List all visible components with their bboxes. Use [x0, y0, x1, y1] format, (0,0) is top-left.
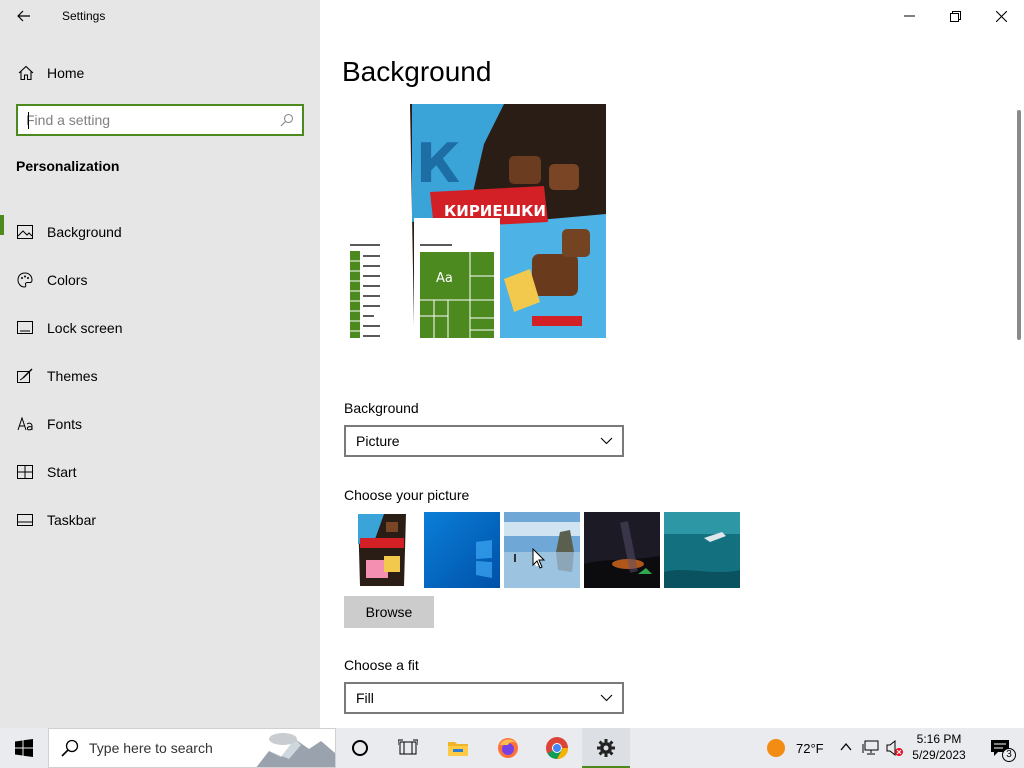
- themes-icon: [16, 367, 34, 385]
- fit-dropdown[interactable]: Fill: [344, 682, 624, 714]
- section-title: Personalization: [16, 158, 120, 174]
- sidebar-item-lock-screen[interactable]: Lock screen: [0, 304, 320, 352]
- text-caret: [28, 112, 29, 129]
- sidebar-item-taskbar[interactable]: Taskbar: [0, 496, 320, 544]
- desktop-preview: КИРИЕШКИ К Aa: [344, 104, 606, 338]
- scrollbar-thumb[interactable]: [1017, 110, 1021, 340]
- sidebar-item-label: Fonts: [47, 416, 83, 432]
- chevron-up-icon[interactable]: [840, 742, 852, 752]
- taskbar: Type here to search 72°F 5:16 PM 5/29/20…: [0, 728, 1024, 768]
- minimize-button[interactable]: [886, 0, 932, 32]
- sidebar-item-label: Taskbar: [47, 512, 97, 528]
- sidebar-item-label: Colors: [47, 272, 88, 288]
- chrome-button[interactable]: [533, 728, 581, 768]
- sidebar-item-themes[interactable]: Themes: [0, 352, 320, 400]
- action-center-button[interactable]: 3: [976, 728, 1024, 768]
- app-title: Settings: [62, 9, 106, 23]
- clock-date: 5/29/2023: [912, 748, 966, 762]
- cortana-icon: [352, 740, 368, 756]
- clock-time: 5:16 PM: [916, 732, 962, 746]
- task-view-button[interactable]: [384, 728, 432, 768]
- thumbnail-underwater-swimmer[interactable]: [664, 512, 740, 588]
- taskbar-icon: [16, 511, 34, 529]
- sidebar-item-label: Start: [47, 464, 77, 480]
- home-label: Home: [47, 65, 85, 81]
- browse-button[interactable]: Browse: [344, 596, 434, 628]
- search-highlight-image: [255, 729, 335, 767]
- firefox-button[interactable]: [484, 728, 532, 768]
- thumbnail-night-sky[interactable]: [584, 512, 660, 588]
- sidebar-item-label: Lock screen: [47, 320, 123, 336]
- chevron-down-icon: [600, 437, 613, 445]
- chevron-down-icon: [600, 694, 613, 702]
- find-setting-input[interactable]: [26, 112, 276, 128]
- find-setting-search[interactable]: [16, 104, 304, 136]
- sidebar-item-colors[interactable]: Colors: [0, 256, 320, 304]
- chrome-icon: [546, 737, 568, 759]
- task-view-icon: [398, 739, 418, 755]
- weather-temperature[interactable]: 72°F: [796, 741, 824, 756]
- sidebar-item-fonts[interactable]: Fonts: [0, 400, 320, 448]
- sidebar-item-start[interactable]: Start: [0, 448, 320, 496]
- volume-muted-icon[interactable]: [886, 739, 904, 757]
- network-icon[interactable]: [862, 739, 880, 757]
- background-label: Background: [344, 400, 419, 416]
- search-icon: [61, 739, 79, 757]
- back-button[interactable]: [8, 4, 40, 28]
- search-icon[interactable]: [280, 113, 294, 127]
- choose-picture-label: Choose your picture: [344, 487, 470, 503]
- personalization-nav: Background Colors Lock screen Themes Fon…: [0, 208, 320, 544]
- weather-sun-icon[interactable]: [766, 738, 786, 758]
- file-explorer-icon: [448, 742, 468, 756]
- sidebar-item-label: Themes: [47, 368, 98, 384]
- fit-dropdown-value: Fill: [356, 690, 374, 706]
- pack-logo-letter: К: [416, 132, 460, 195]
- page-title: Background: [342, 56, 492, 87]
- choose-fit-label: Choose a fit: [344, 657, 419, 673]
- tile-label: Aa: [436, 271, 453, 286]
- cortana-button[interactable]: [336, 728, 384, 768]
- start-icon: [16, 463, 34, 481]
- home-icon: [17, 64, 35, 82]
- restore-icon: [949, 10, 961, 22]
- thumbnail-windows-blue[interactable]: [424, 512, 500, 588]
- lock-screen-icon: [16, 319, 34, 337]
- preview-image: КИРИЕШКИ К Aa: [350, 104, 606, 338]
- sidebar-item-label: Background: [47, 224, 122, 240]
- file-explorer-button[interactable]: [434, 728, 482, 768]
- close-button[interactable]: [978, 0, 1024, 32]
- minimize-icon: [903, 15, 915, 17]
- pack-brand-text: КИРИЕШКИ: [444, 202, 546, 220]
- taskbar-search-placeholder: Type here to search: [89, 740, 213, 756]
- close-icon: [995, 10, 1007, 22]
- picture-icon: [16, 223, 34, 241]
- windows-logo-icon: [15, 739, 33, 757]
- taskbar-search-box[interactable]: Type here to search: [48, 728, 336, 768]
- restore-button[interactable]: [932, 0, 978, 32]
- firefox-icon: [498, 738, 518, 758]
- sidebar-item-background[interactable]: Background: [0, 208, 320, 256]
- clock[interactable]: 5:16 PM 5/29/2023: [908, 731, 970, 763]
- start-button[interactable]: [0, 728, 48, 768]
- thumbnail-kirieshki-pack[interactable]: [344, 512, 420, 588]
- notification-count-badge: 3: [1002, 748, 1016, 762]
- sidebar: Settings Home Personalization Background…: [0, 0, 320, 728]
- mouse-cursor-icon: [532, 548, 546, 569]
- fonts-icon: [16, 415, 34, 433]
- home-link[interactable]: Home: [0, 56, 320, 90]
- background-dropdown-value: Picture: [356, 433, 400, 449]
- background-dropdown[interactable]: Picture: [344, 425, 624, 457]
- palette-icon: [16, 271, 34, 289]
- settings-taskbar-button[interactable]: [582, 728, 630, 768]
- back-arrow-icon: [17, 10, 30, 22]
- settings-icon: [597, 739, 615, 757]
